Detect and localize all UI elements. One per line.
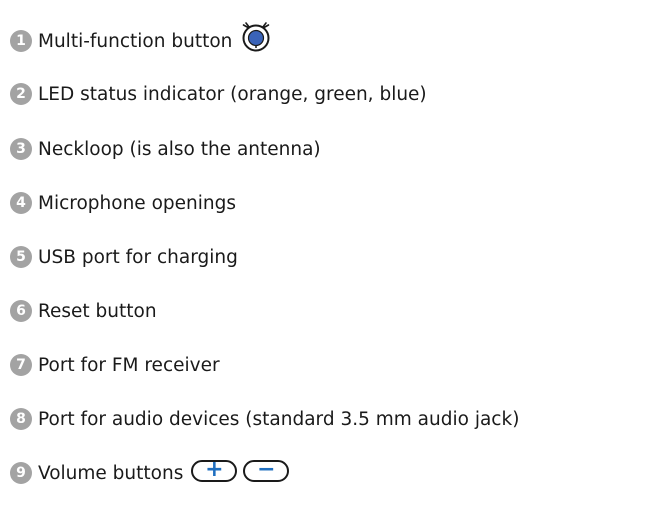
legend-item-label: Port for FM receiver <box>38 354 220 376</box>
volume-up-button[interactable]: + <box>191 456 238 482</box>
legend-item-neckloop: 3 Neckloop (is also the antenna) <box>10 134 321 164</box>
legend-item-label: Reset button <box>38 300 157 322</box>
number-badge-1: 1 <box>10 30 32 52</box>
number-badge-7: 7 <box>10 354 32 376</box>
number-badge-4: 4 <box>10 192 32 214</box>
number-badge-8: 8 <box>10 408 32 430</box>
number-badge-3: 3 <box>10 138 32 160</box>
legend-item-label: Neckloop (is also the antenna) <box>38 138 321 160</box>
legend-item-volume-buttons: 9 Volume buttons + − <box>10 456 290 488</box>
number-badge-6: 6 <box>10 300 32 322</box>
legend-item-label: Port for audio devices (standard 3.5 mm … <box>38 408 520 430</box>
multi-function-button-icon <box>240 21 272 53</box>
legend-item-led-status-indicator: 2 LED status indicator (orange, green, b… <box>10 79 427 109</box>
number-badge-5: 5 <box>10 246 32 268</box>
legend-item-microphone-openings: 4 Microphone openings <box>10 188 236 218</box>
volume-down-button[interactable]: − <box>243 456 290 482</box>
minus-icon: − <box>257 456 276 482</box>
number-badge-9: 9 <box>10 462 32 484</box>
legend-item-reset-button: 6 Reset button <box>10 296 157 326</box>
legend-item-audio-devices-port: 8 Port for audio devices (standard 3.5 m… <box>10 404 519 434</box>
legend-item-label: USB port for charging <box>38 246 238 268</box>
legend-item-fm-receiver-port: 7 Port for FM receiver <box>10 350 220 380</box>
legend-item-usb-port: 5 USB port for charging <box>10 242 238 272</box>
legend-item-multi-function-button: 1 Multi-function button <box>10 22 272 56</box>
number-badge-2: 2 <box>10 83 32 105</box>
legend-item-label: LED status indicator (orange, green, blu… <box>38 83 427 105</box>
legend-item-label: Volume buttons <box>38 462 184 484</box>
legend-item-label: Microphone openings <box>38 192 236 214</box>
plus-icon: + <box>205 456 224 482</box>
legend-item-label: Multi-function button <box>38 30 233 52</box>
